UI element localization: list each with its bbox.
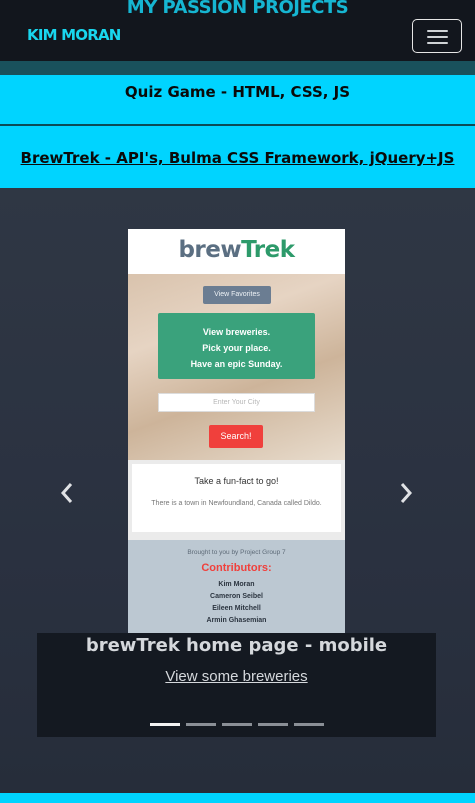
project-label: Quiz Game - HTML, CSS, JS (124, 83, 351, 101)
next-section-band (0, 793, 475, 803)
carousel-prev-button[interactable] (55, 478, 79, 508)
fun-fact-card: Take a fun-fact to go! There is a town i… (132, 464, 341, 532)
chevron-right-icon (400, 483, 413, 503)
view-breweries-link[interactable]: View some breweries (37, 665, 436, 689)
slide-image: brewTrek View Favorites View breweries. … (128, 229, 345, 633)
chevron-left-icon (60, 483, 73, 503)
project-brewtrek-link[interactable]: BrewTrek - API's, Bulma CSS Framework, j… (0, 126, 475, 188)
carousel-next-button[interactable] (394, 478, 418, 508)
hero-section: View Favorites View breweries. Pick your… (128, 274, 345, 460)
navbar: My Passion Projects Kim Moran (0, 0, 475, 61)
city-input: Enter Your City (158, 393, 315, 412)
navbar-toggler-button[interactable] (412, 19, 462, 53)
contributors-list: Kim Moran Cameron Seibel Eileen Mitchell… (206, 581, 267, 624)
carousel-indicator[interactable] (294, 723, 324, 726)
carousel-caption: brewTrek home page - mobile View some br… (37, 633, 436, 737)
header-strip (0, 61, 475, 75)
contributors-title: Contributors: (201, 562, 272, 574)
app-footer: Brought to you by Project Group 7 Contri… (128, 540, 345, 633)
hero-message: View breweries. Pick your place. Have an… (158, 313, 315, 379)
carousel-indicator[interactable] (258, 723, 288, 726)
section-title: My Passion Projects (126, 0, 349, 18)
fun-fact-text: There is a town in Newfoundland, Canada … (151, 500, 322, 507)
project-label: BrewTrek - API's, Bulma CSS Framework, j… (20, 149, 455, 167)
project-carousel: brewTrek View Favorites View breweries. … (0, 188, 475, 793)
carousel-indicators (150, 723, 324, 727)
fun-fact-title: Take a fun-fact to go! (194, 476, 279, 486)
brand-link[interactable]: Kim Moran (27, 24, 121, 46)
fun-fact-section: Take a fun-fact to go! There is a town i… (128, 460, 345, 540)
project-quiz-game[interactable]: Quiz Game - HTML, CSS, JS (0, 75, 475, 124)
search-button: Search! (209, 425, 263, 448)
caption-title: brewTrek home page - mobile (85, 635, 388, 656)
carousel-indicator[interactable] (186, 723, 216, 726)
hamburger-menu-icon (427, 30, 448, 32)
hamburger-menu-icon (427, 42, 448, 44)
footer-credit: Brought to you by Project Group 7 (187, 549, 286, 556)
app-logo: brewTrek (178, 237, 295, 263)
hamburger-menu-icon (427, 36, 448, 38)
carousel-indicator[interactable] (150, 723, 180, 726)
carousel-indicator[interactable] (222, 723, 252, 726)
view-favorites-button: View Favorites (203, 286, 271, 304)
